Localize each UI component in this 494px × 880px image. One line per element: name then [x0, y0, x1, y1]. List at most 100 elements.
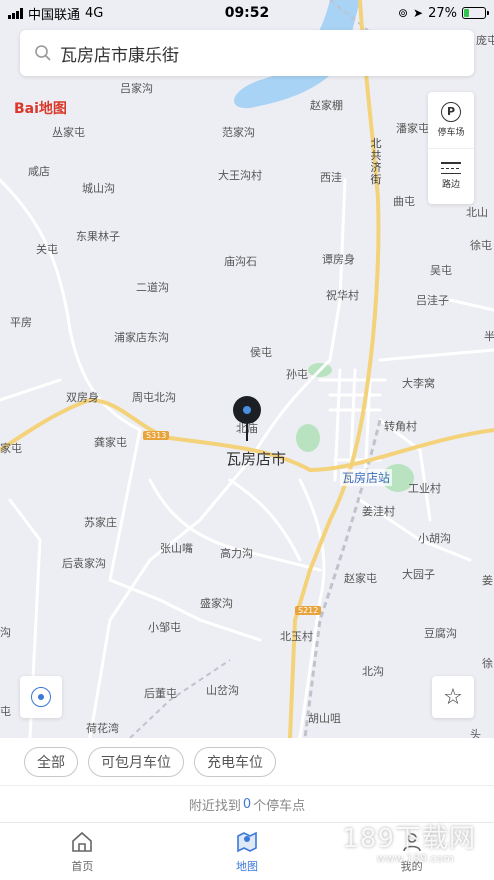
- tab-profile-label: 我的: [400, 859, 423, 873]
- place-label: 高力沟: [220, 547, 253, 560]
- place-label: 大王沟村: [218, 169, 262, 182]
- filter-monthly[interactable]: 可包月车位: [88, 746, 184, 777]
- place-label: 半: [484, 330, 494, 343]
- location-pin-icon[interactable]: [232, 395, 262, 441]
- tab-map-label: 地图: [236, 859, 258, 873]
- search-bar[interactable]: [20, 30, 474, 76]
- place-label: 苏家庄: [84, 516, 117, 529]
- place-label: 祝华村: [326, 289, 359, 302]
- place-label: 北山: [466, 206, 488, 219]
- filter-bar: 全部 可包月车位 充电车位: [0, 738, 494, 786]
- place-label: 豆腐沟: [424, 627, 457, 640]
- place-label: 丛家屯: [52, 126, 85, 139]
- road-badge: S313: [143, 431, 170, 440]
- place-label: 张山嘴: [160, 542, 193, 555]
- place-label: 东果林子: [76, 230, 120, 243]
- parking-icon: P: [441, 101, 461, 122]
- place-label: 侯屯: [250, 346, 272, 359]
- place-label: 屯: [0, 705, 11, 718]
- place-label: 北玉村: [280, 630, 313, 643]
- place-label: 小邹屯: [148, 621, 181, 634]
- locate-icon: [31, 687, 51, 707]
- place-label: 范家沟: [222, 126, 255, 139]
- signal-icon: [8, 7, 23, 19]
- status-bar: 中国联通 4G 09:52 ⊚ ➤ 27%: [0, 0, 494, 26]
- place-label: 吕洼子: [416, 294, 449, 307]
- place-label: 工业村: [408, 482, 441, 495]
- place-label: 西洼: [320, 171, 342, 184]
- place-label: 头: [470, 728, 481, 738]
- result-suffix: 个停车点: [253, 798, 306, 814]
- map-side-panel: P 停车场 路边: [428, 92, 474, 204]
- search-icon: [35, 45, 51, 61]
- battery-percent: 27%: [428, 5, 457, 21]
- roadside-icon: [441, 162, 461, 175]
- roadside-button[interactable]: 路边: [428, 147, 474, 205]
- place-label: 城山沟: [82, 182, 115, 195]
- station-label: 瓦房店站: [340, 469, 393, 486]
- place-label: 山岔沟: [206, 684, 239, 697]
- place-label: 大园子: [402, 568, 435, 581]
- place-label: 庙沟石: [224, 255, 257, 268]
- place-label: 胡山咀: [308, 712, 341, 725]
- place-label: 赵家屯: [344, 572, 377, 585]
- battery-icon: [462, 7, 489, 19]
- place-label: 关屯: [36, 243, 58, 256]
- place-label: 潘家屯: [396, 122, 429, 135]
- star-icon: ☆: [443, 684, 463, 710]
- place-label: 转角村: [384, 420, 417, 433]
- park-area: [296, 424, 320, 452]
- parking-lot-label: 停车场: [437, 127, 465, 138]
- tab-profile[interactable]: 我的: [329, 823, 494, 880]
- result-summary: 附近找到 0 个停车点: [0, 786, 494, 822]
- place-label: 沟: [0, 626, 11, 639]
- baidu-logo: Bai地图: [14, 101, 67, 117]
- map-icon: [237, 831, 257, 852]
- place-label: 曲屯: [393, 195, 415, 208]
- place-label: 荷花湾: [86, 722, 119, 735]
- place-label: 二道沟: [136, 281, 169, 294]
- tab-home[interactable]: 首页: [0, 823, 165, 880]
- location-arrow-icon: ➤: [413, 6, 424, 20]
- place-label: 咸店: [28, 165, 50, 178]
- place-label: 龚家屯: [94, 436, 127, 449]
- place-label: 徐屯: [470, 239, 492, 252]
- home-icon: [72, 831, 93, 852]
- filter-all[interactable]: 全部: [24, 746, 78, 777]
- filter-charging[interactable]: 充电车位: [194, 746, 276, 777]
- place-label: 姜: [482, 574, 493, 587]
- place-label: 谭房身: [322, 253, 355, 266]
- road-badge: S212: [295, 606, 322, 615]
- result-count: 0: [242, 796, 252, 812]
- place-label: 吴屯: [430, 264, 452, 277]
- city-label: 瓦房店市: [226, 450, 287, 468]
- place-label: 北沟: [362, 665, 384, 678]
- lock-rotation-icon: ⊚: [397, 6, 409, 20]
- place-label: 小胡沟: [418, 532, 451, 545]
- place-label: 平房: [10, 316, 32, 329]
- place-label: 姜洼村: [362, 505, 395, 518]
- place-label: 吕家沟: [120, 82, 153, 95]
- tab-home-label: 首页: [71, 859, 94, 873]
- user-icon: [402, 832, 421, 851]
- parking-lot-button[interactable]: P 停车场: [428, 92, 474, 148]
- road-network: [0, 0, 494, 738]
- street-label: 北共济街: [370, 137, 382, 186]
- place-label: 双房身: [66, 391, 99, 404]
- place-label: 浦家店东沟: [114, 331, 169, 344]
- place-label: 盛家沟: [200, 597, 233, 610]
- place-label: 后袁家沟: [62, 557, 106, 570]
- place-label: 周屯北沟: [132, 391, 176, 404]
- map-view[interactable]: 吕家沟 赵家棚 庞屯 丛家屯 范家沟 潘家屯 咸店 大王沟村 西洼 曲屯 城山沟…: [0, 0, 494, 738]
- place-label: 庞屯: [476, 34, 494, 47]
- search-input[interactable]: [60, 43, 460, 63]
- place-label: 家屯: [0, 442, 22, 455]
- carrier-label: 中国联通: [28, 7, 81, 23]
- locate-button[interactable]: [20, 676, 62, 718]
- network-label: 4G: [85, 5, 104, 21]
- tab-map[interactable]: 地图: [165, 823, 330, 880]
- place-label: 大李窝: [402, 377, 435, 390]
- roadside-label: 路边: [441, 180, 460, 191]
- favorite-button[interactable]: ☆: [432, 676, 474, 718]
- place-label: 孙屯: [286, 368, 308, 381]
